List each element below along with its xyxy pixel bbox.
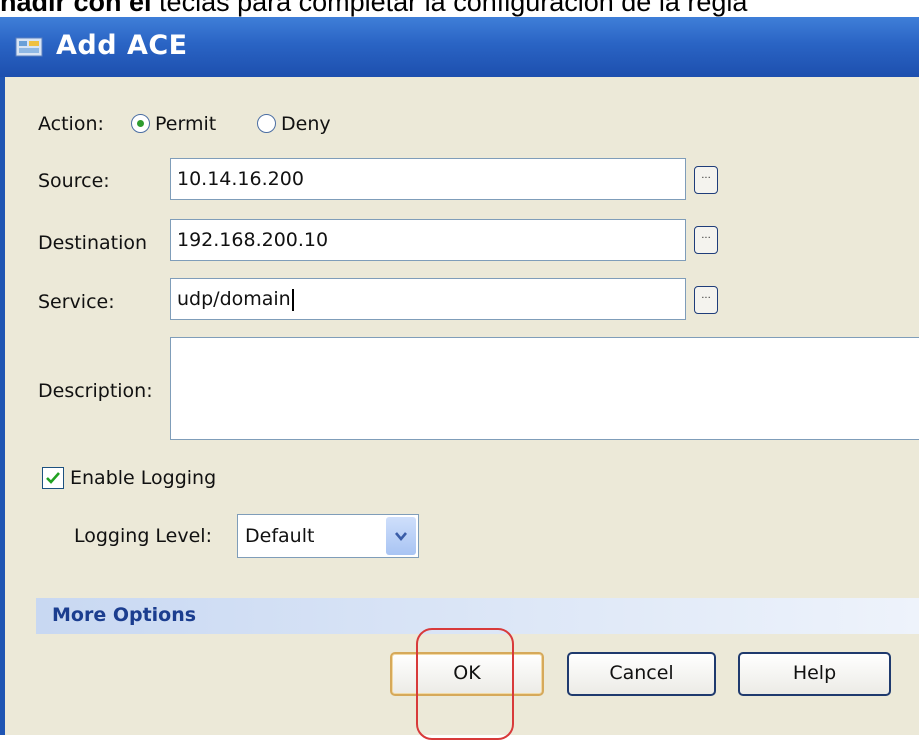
description-textarea[interactable]	[170, 337, 919, 440]
help-button[interactable]: Help	[738, 652, 891, 696]
caption-text: teclas para completar la configuración d…	[151, 0, 748, 17]
destination-label: Destination	[38, 232, 148, 254]
dropdown-arrow-button[interactable]	[386, 517, 416, 555]
service-value: udp/domain	[177, 288, 291, 310]
destination-input[interactable]: 192.168.200.10	[170, 219, 686, 261]
chevron-down-icon	[395, 532, 407, 542]
destination-browse-button[interactable]: ...	[694, 226, 718, 254]
checkmark-icon	[46, 472, 60, 484]
source-value: 10.14.16.200	[177, 168, 304, 190]
highlight-annotation	[416, 628, 514, 740]
service-browse-button[interactable]: ...	[694, 286, 718, 314]
description-label: Description:	[38, 380, 153, 402]
enable-logging-label[interactable]: Enable Logging	[70, 467, 216, 489]
permit-label[interactable]: Permit	[155, 113, 216, 135]
app-icon	[15, 37, 43, 57]
cancel-button[interactable]: Cancel	[567, 652, 716, 696]
service-label: Service:	[38, 291, 115, 313]
caption-bold: ñadir con el	[0, 0, 152, 17]
page-caption: ñadir con el teclas para completar la co…	[0, 0, 919, 17]
window-title: Add ACE	[56, 30, 188, 61]
deny-radio[interactable]	[257, 114, 276, 133]
logging-level-value: Default	[245, 525, 315, 547]
deny-label[interactable]: Deny	[281, 113, 331, 135]
source-input[interactable]: 10.14.16.200	[170, 158, 686, 200]
enable-logging-checkbox[interactable]	[42, 467, 64, 489]
source-browse-button[interactable]: ...	[694, 166, 718, 194]
radio-selected-dot	[137, 120, 144, 127]
text-cursor	[291, 288, 294, 311]
window-left-border	[0, 77, 5, 735]
window-titlebar: Add ACE	[0, 17, 919, 77]
destination-value: 192.168.200.10	[177, 229, 329, 251]
service-value-wrap: udp/domain	[177, 288, 294, 311]
logging-level-select[interactable]: Default	[237, 514, 419, 558]
source-label: Source:	[38, 170, 110, 192]
logging-level-label: Logging Level:	[74, 525, 212, 547]
action-label: Action:	[38, 113, 104, 135]
more-options-label: More Options	[52, 604, 197, 626]
service-input[interactable]: udp/domain	[170, 278, 686, 320]
permit-radio[interactable]	[131, 114, 150, 133]
